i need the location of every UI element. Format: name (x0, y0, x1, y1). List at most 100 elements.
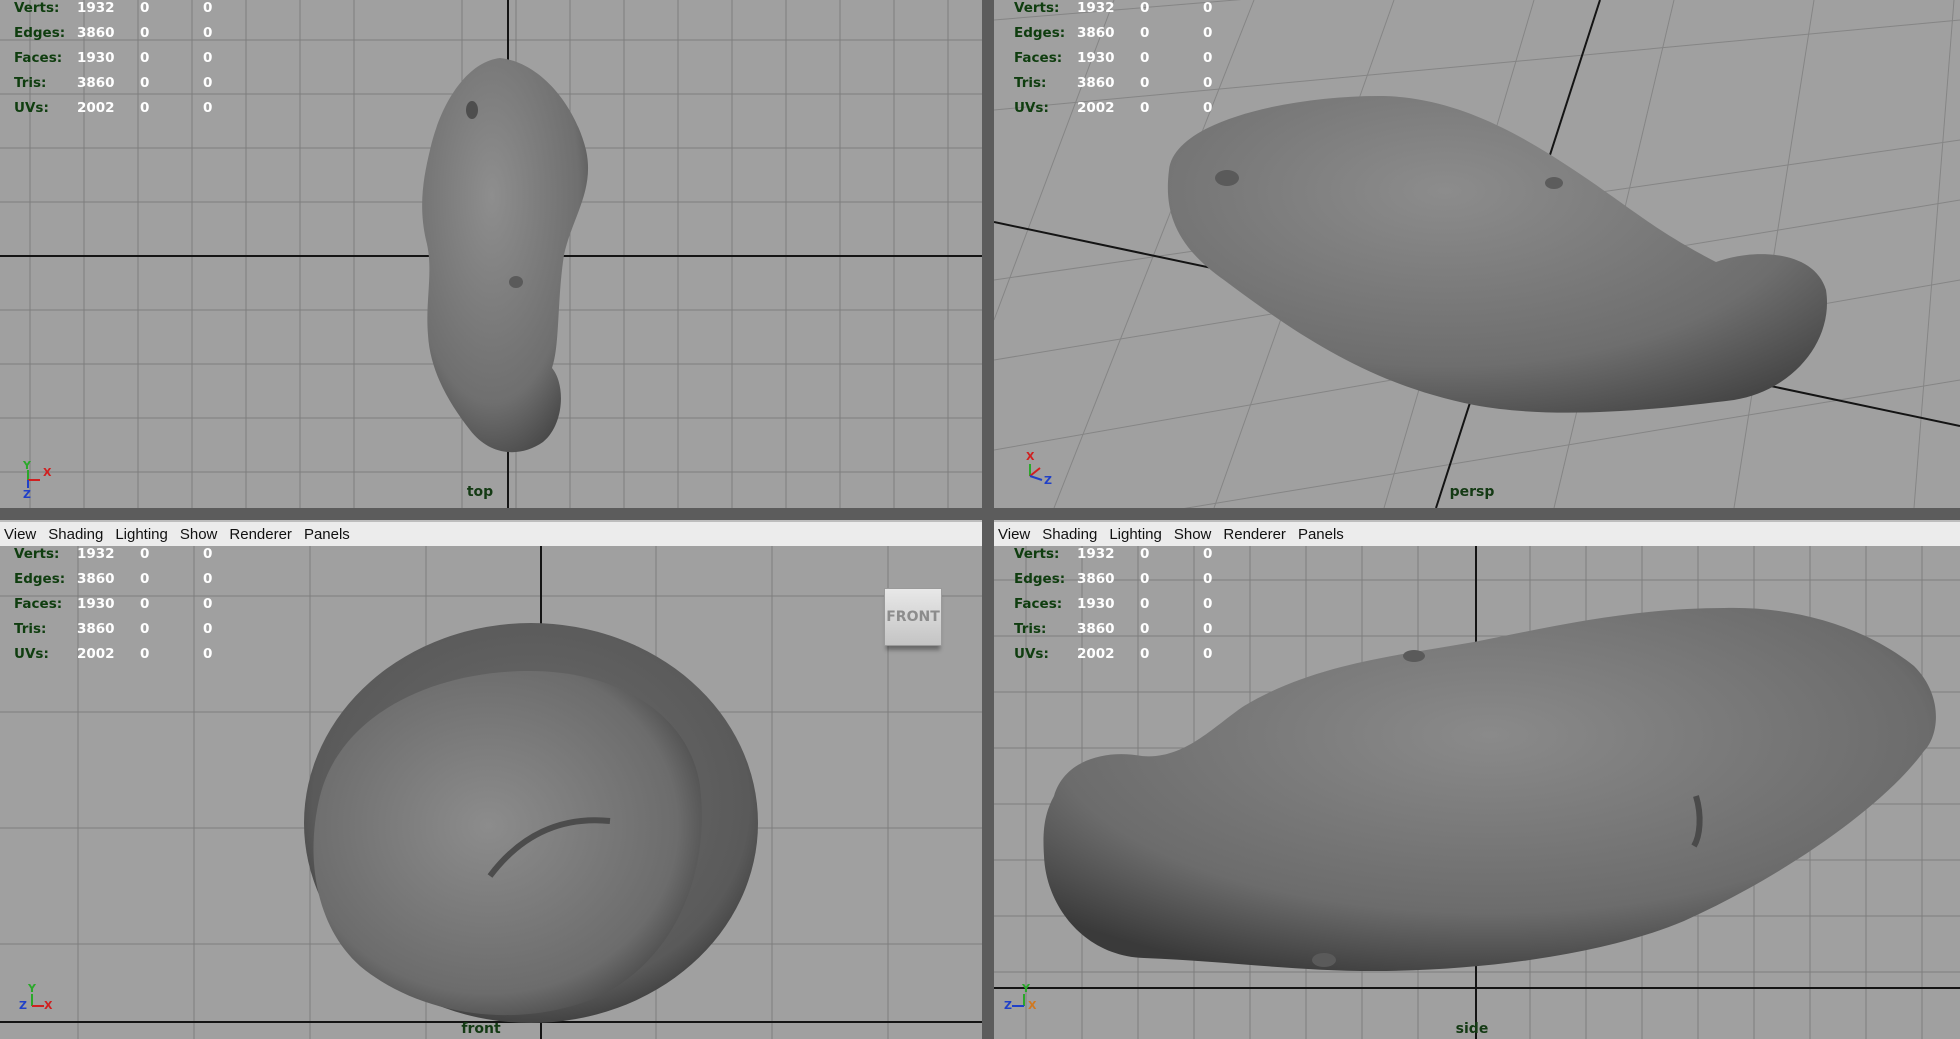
menu-lighting[interactable]: Lighting (1109, 526, 1162, 543)
hud-value: 3860 (77, 25, 115, 41)
hud-label: UVs: (14, 646, 49, 662)
hud-value: 0 (1203, 621, 1213, 637)
hud-value: 0 (1203, 546, 1213, 562)
hud-row-uvs: UVs: 2002 0 0 (1014, 96, 1254, 121)
menu-view[interactable]: View (4, 526, 36, 543)
hud-row-verts: Verts: 1932 0 0 (14, 0, 254, 21)
hud-label: Verts: (14, 546, 60, 562)
hud-label: UVs: (1014, 100, 1049, 116)
menu-view[interactable]: View (998, 526, 1030, 543)
hud-value: 2002 (1077, 100, 1115, 116)
hud-row-edges: Edges: 3860 0 0 (1014, 21, 1254, 46)
hud-label: Faces: (14, 50, 63, 66)
model-shape[interactable] (1167, 95, 1828, 413)
hud-label: Tris: (14, 621, 47, 637)
hud-label: Edges: (14, 25, 66, 41)
menu-show[interactable]: Show (1174, 526, 1212, 543)
hud-value: 0 (203, 546, 213, 562)
hud-value: 0 (1203, 571, 1213, 587)
hud-row-verts: Verts: 1932 0 0 (14, 542, 254, 567)
hud-value: 0 (1140, 571, 1150, 587)
hud-label: Tris: (1014, 621, 1047, 637)
hud-value: 0 (203, 0, 213, 16)
hud-row-verts: Verts: 1932 0 0 (1014, 0, 1254, 21)
hud-value: 0 (1140, 646, 1150, 662)
hud-value: 0 (203, 25, 213, 41)
hud-value: 1932 (1077, 0, 1115, 16)
axis-label-y: Y (22, 459, 32, 472)
menu-shading[interactable]: Shading (1042, 526, 1097, 543)
hud-row-faces: Faces: 1930 0 0 (1014, 46, 1254, 71)
model-bump (1312, 953, 1336, 967)
model-bump (1545, 177, 1563, 189)
hud-value: 1930 (77, 50, 115, 66)
hud-value: 3860 (77, 75, 115, 91)
viewport-top[interactable]: Verts: 1932 0 0 Edges: 3860 0 0 Faces: 1930 0 0 T… (0, 0, 982, 508)
axis-label-x: X (44, 999, 53, 1012)
hud-value: 0 (203, 100, 213, 116)
hud-value: 0 (1140, 621, 1150, 637)
model-bump (509, 276, 523, 288)
poly-count-hud: Verts: 1932 0 0 Edges: 3860 0 0 Faces: 1930 0 0 T… (14, 542, 254, 667)
hud-label: Tris: (1014, 75, 1047, 91)
hud-row-edges: Edges: 3860 0 0 (1014, 567, 1254, 592)
hud-value: 0 (1140, 50, 1150, 66)
poly-count-hud: Verts: 1932 0 0 Edges: 3860 0 0 Faces: 1930 0 0 T… (1014, 0, 1254, 121)
camera-label: side (1455, 1021, 1489, 1037)
hud-value: 0 (1203, 75, 1213, 91)
hud-value: 0 (1140, 25, 1150, 41)
hud-row-faces: Faces: 1930 0 0 (1014, 592, 1254, 617)
hud-row-edges: Edges: 3860 0 0 (14, 21, 254, 46)
hud-value: 0 (203, 75, 213, 91)
hud-value: 3860 (77, 571, 115, 587)
hud-value: 3860 (1077, 75, 1115, 91)
menu-renderer[interactable]: Renderer (1223, 526, 1286, 543)
hud-label: Edges: (14, 571, 66, 587)
hud-row-uvs: UVs: 2002 0 0 (14, 96, 254, 121)
hud-row-tris: Tris: 3860 0 0 (1014, 71, 1254, 96)
hud-value: 0 (1203, 596, 1213, 612)
menu-lighting[interactable]: Lighting (115, 526, 168, 543)
model-bump (466, 101, 478, 119)
camera-label: front (461, 1021, 501, 1037)
hud-row-uvs: UVs: 2002 0 0 (14, 642, 254, 667)
hud-value: 1932 (1077, 546, 1115, 562)
hud-label: Verts: (14, 0, 60, 16)
hud-label: Faces: (1014, 596, 1063, 612)
hud-value: 0 (1203, 646, 1213, 662)
hud-label: UVs: (14, 100, 49, 116)
hud-value: 0 (140, 25, 150, 41)
hud-label: Verts: (1014, 0, 1060, 16)
hud-value: 2002 (77, 646, 115, 662)
axis-label-z: Z (19, 999, 27, 1012)
model-shape[interactable] (422, 58, 589, 453)
model-bump (1215, 170, 1239, 186)
axis-label-y: Y (1021, 982, 1031, 995)
view-cube[interactable]: FRONT (884, 588, 942, 646)
hud-row-tris: Tris: 3860 0 0 (14, 71, 254, 96)
hud-value: 0 (1203, 50, 1213, 66)
hud-value: 0 (1140, 596, 1150, 612)
hud-label: UVs: (1014, 646, 1049, 662)
camera-label: persp (1449, 484, 1495, 500)
axis-label-y: Y (27, 982, 37, 995)
viewport-side[interactable]: View Shading Lighting Show Renderer Pane… (994, 520, 1960, 1039)
model-shape[interactable] (313, 671, 702, 1016)
hud-value: 0 (140, 546, 150, 562)
hud-value: 0 (203, 571, 213, 587)
axis-gizmo-icon: X Z (1026, 450, 1052, 486)
hud-value: 3860 (1077, 25, 1115, 41)
menu-panels[interactable]: Panels (304, 526, 350, 543)
menu-shading[interactable]: Shading (48, 526, 103, 543)
viewport-front[interactable]: View Shading Lighting Show Renderer Pane… (0, 520, 982, 1039)
viewport-persp[interactable]: Verts: 1932 0 0 Edges: 3860 0 0 Faces: 1930 0 0 T… (994, 0, 1960, 508)
menu-renderer[interactable]: Renderer (229, 526, 292, 543)
menu-show[interactable]: Show (180, 526, 218, 543)
hud-row-tris: Tris: 3860 0 0 (1014, 617, 1254, 642)
hud-value: 1932 (77, 0, 115, 16)
hud-label: Verts: (1014, 546, 1060, 562)
hud-label: Faces: (1014, 50, 1063, 66)
hud-value: 0 (203, 646, 213, 662)
poly-count-hud: Verts: 1932 0 0 Edges: 3860 0 0 Faces: 1930 0 0 T… (1014, 542, 1254, 667)
menu-panels[interactable]: Panels (1298, 526, 1344, 543)
